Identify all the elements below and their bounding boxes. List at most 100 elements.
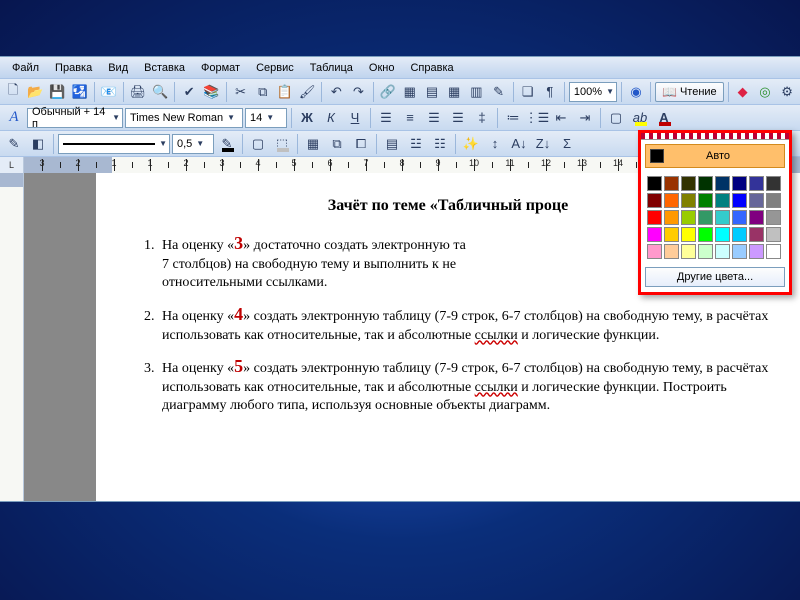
new-doc-icon[interactable]: 🗋	[3, 81, 23, 103]
paste-icon[interactable]: 📋	[275, 81, 295, 103]
align-center-icon[interactable]: ≡	[399, 107, 421, 129]
font-color-icon[interactable]: A	[653, 107, 675, 129]
doc-map-icon[interactable]: ❏	[518, 81, 538, 103]
autosum-icon[interactable]: Σ	[556, 133, 578, 155]
distribute-rows-icon[interactable]: ☳	[405, 133, 427, 155]
color-swatch[interactable]	[647, 176, 662, 191]
menu-table[interactable]: Таблица	[302, 60, 361, 76]
line-spacing-icon[interactable]: ‡	[471, 107, 493, 129]
menu-edit[interactable]: Правка	[47, 60, 100, 76]
color-swatch[interactable]	[715, 176, 730, 191]
bulleted-list-icon[interactable]: ⋮☰	[526, 107, 548, 129]
color-swatch[interactable]	[647, 210, 662, 225]
translate-icon[interactable]: ◎	[755, 81, 775, 103]
columns-icon[interactable]: ▥	[466, 81, 486, 103]
border-color-icon[interactable]: ✎	[216, 133, 238, 155]
text-direction-icon[interactable]: ↕	[484, 133, 506, 155]
color-swatch[interactable]	[766, 210, 781, 225]
pdf-icon[interactable]: ◆	[733, 81, 753, 103]
color-swatch[interactable]	[732, 176, 747, 191]
outdent-icon[interactable]: ⇤	[550, 107, 572, 129]
color-swatch[interactable]	[715, 193, 730, 208]
font-combo[interactable]: Times New Roman▼	[125, 108, 243, 128]
save-icon[interactable]: 💾	[47, 81, 67, 103]
tab-selector[interactable]: L	[0, 157, 24, 173]
hyperlink-icon[interactable]: 🔗	[377, 81, 397, 103]
research-icon[interactable]: 📚	[201, 81, 221, 103]
color-swatch[interactable]	[664, 244, 679, 259]
merge-cells-icon[interactable]: ⧉	[326, 133, 348, 155]
redo-icon[interactable]: ↷	[348, 81, 368, 103]
copy-icon[interactable]: ⧉	[253, 81, 273, 103]
autoformat-icon[interactable]: ✨	[460, 133, 482, 155]
italic-button[interactable]: К	[320, 107, 342, 129]
help-icon[interactable]: ◉	[626, 81, 646, 103]
print-preview-icon[interactable]: 🔍	[150, 81, 170, 103]
zoom-combo[interactable]: 100%▼	[569, 82, 617, 102]
undo-icon[interactable]: ↶	[326, 81, 346, 103]
sort-asc-icon[interactable]: A↓	[508, 133, 530, 155]
permissions-icon[interactable]: 🛂	[70, 81, 90, 103]
color-swatch[interactable]	[732, 193, 747, 208]
insert-table2-icon[interactable]: ▦	[302, 133, 324, 155]
show-marks-icon[interactable]: ¶	[540, 81, 560, 103]
mail-icon[interactable]: 📧	[99, 81, 119, 103]
color-swatch[interactable]	[715, 244, 730, 259]
line-weight-combo[interactable]: 0,5▼	[172, 134, 214, 154]
menu-insert[interactable]: Вставка	[136, 60, 193, 76]
format-painter-icon[interactable]: 🖌	[297, 81, 317, 103]
color-swatch[interactable]	[766, 227, 781, 242]
color-swatch[interactable]	[664, 176, 679, 191]
open-icon[interactable]: 📂	[25, 81, 45, 103]
reading-mode-button[interactable]: 📖Чтение	[655, 82, 724, 102]
tables-borders-icon[interactable]: ▦	[400, 81, 420, 103]
menu-format[interactable]: Формат	[193, 60, 248, 76]
color-swatch[interactable]	[681, 176, 696, 191]
color-swatch[interactable]	[681, 227, 696, 242]
eraser-icon[interactable]: ◧	[27, 133, 49, 155]
highlight-icon[interactable]: ab	[629, 107, 651, 129]
color-swatch[interactable]	[681, 210, 696, 225]
outside-border-icon[interactable]: ▢	[247, 133, 269, 155]
align-right-icon[interactable]: ☰	[423, 107, 445, 129]
menu-tools[interactable]: Сервис	[248, 60, 302, 76]
color-swatch[interactable]	[698, 227, 713, 242]
color-swatch[interactable]	[766, 176, 781, 191]
color-swatch[interactable]	[681, 193, 696, 208]
color-swatch[interactable]	[749, 227, 764, 242]
spellcheck-icon[interactable]: ✔	[179, 81, 199, 103]
align-justify-icon[interactable]: ☰	[447, 107, 469, 129]
color-swatch[interactable]	[698, 210, 713, 225]
align-left-icon[interactable]: ☰	[375, 107, 397, 129]
color-swatch[interactable]	[749, 193, 764, 208]
color-swatch[interactable]	[647, 244, 662, 259]
drawing-toggle-icon[interactable]: ✎	[489, 81, 509, 103]
color-swatch[interactable]	[766, 244, 781, 259]
menu-view[interactable]: Вид	[100, 60, 136, 76]
color-swatch[interactable]	[732, 210, 747, 225]
popup-grip[interactable]	[641, 133, 789, 140]
color-swatch[interactable]	[647, 227, 662, 242]
color-swatch[interactable]	[698, 244, 713, 259]
underline-button[interactable]: Ч	[344, 107, 366, 129]
menu-window[interactable]: Окно	[361, 60, 403, 76]
numbered-list-icon[interactable]: ≔	[502, 107, 524, 129]
color-swatch[interactable]	[681, 244, 696, 259]
indent-icon[interactable]: ⇥	[574, 107, 596, 129]
color-swatch[interactable]	[647, 193, 662, 208]
line-style-combo[interactable]: ▼	[58, 134, 170, 154]
options-icon[interactable]: ⚙	[777, 81, 797, 103]
color-swatch[interactable]	[698, 193, 713, 208]
style-combo[interactable]: Обычный + 14 п▼	[27, 108, 123, 128]
color-swatch[interactable]	[749, 210, 764, 225]
color-swatch[interactable]	[749, 244, 764, 259]
color-swatch[interactable]	[664, 210, 679, 225]
vertical-ruler[interactable]	[0, 173, 24, 501]
sort-desc-icon[interactable]: Z↓	[532, 133, 554, 155]
align-cell-icon[interactable]: ▤	[381, 133, 403, 155]
insert-table-icon[interactable]: ▤	[422, 81, 442, 103]
color-swatch[interactable]	[732, 227, 747, 242]
draw-table-icon[interactable]: ✎	[3, 133, 25, 155]
cut-icon[interactable]: ✂	[230, 81, 250, 103]
borders-icon[interactable]: ▢	[605, 107, 627, 129]
